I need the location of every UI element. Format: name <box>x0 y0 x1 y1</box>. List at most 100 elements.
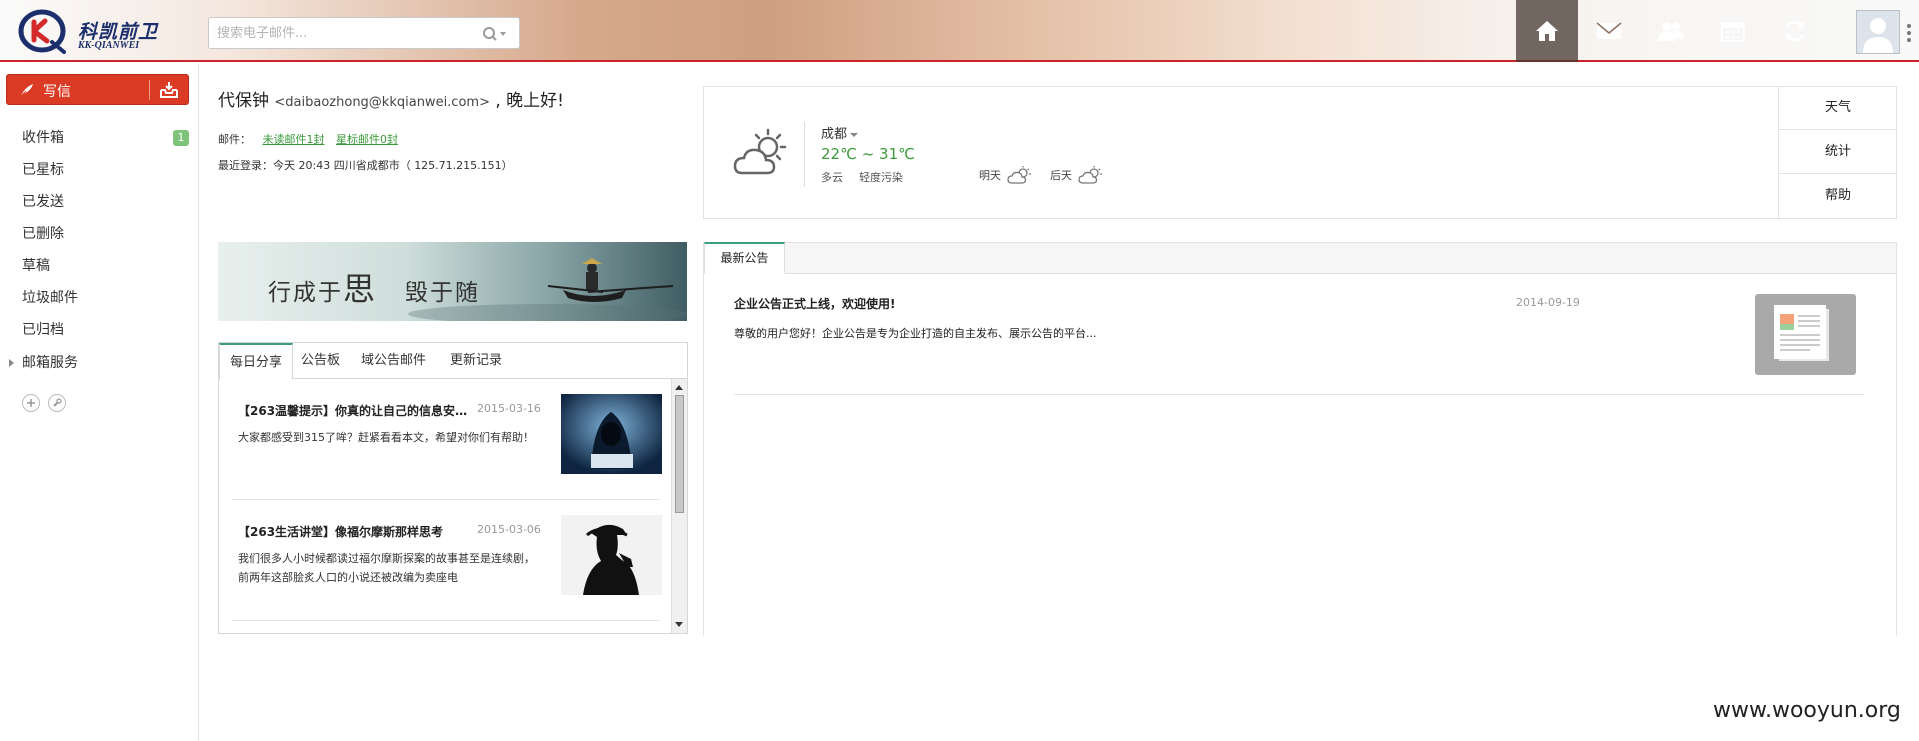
tab-help[interactable]: 帮助 <box>1779 174 1897 218</box>
forecast-label: 明天 <box>979 169 1001 182</box>
banner-slogan: 行成于思 毁于随 <box>268 264 480 310</box>
notice-title[interactable]: 企业公告正式上线，欢迎使用! <box>734 295 895 312</box>
share-scrollbar[interactable] <box>671 379 687 633</box>
share-item[interactable]: 【263生活讲堂】像福尔摩斯那样思考 2015-03-06 我们很多人小时候都读… <box>232 501 662 621</box>
sherlock-thumbnail[interactable] <box>561 515 662 595</box>
plus-icon <box>27 399 35 407</box>
chevron-down-icon <box>850 132 859 137</box>
expand-arrow-icon <box>9 359 14 367</box>
nav-calendar[interactable] <box>1702 0 1764 62</box>
sidebar-tools <box>22 394 66 412</box>
mail-summary-label: 邮件： <box>218 133 251 146</box>
scroll-thumb[interactable] <box>675 395 684 513</box>
folder-label: 已星标 <box>22 162 64 178</box>
notice-header: 最新公告 <box>704 242 1896 274</box>
receive-mail-icon[interactable] <box>159 81 179 99</box>
nav-sync[interactable] <box>1764 0 1826 62</box>
weather-panel: 成都 22℃ ~ 31℃ 多云 轻度污染 明天 后天 <box>703 86 1897 219</box>
folder-label: 已发送 <box>22 194 64 210</box>
city-name: 成都 <box>821 127 848 142</box>
more-menu-icon[interactable] <box>1906 22 1912 44</box>
search-input[interactable] <box>217 23 467 43</box>
user-avatar[interactable] <box>1856 10 1900 54</box>
unread-badge: 1 <box>173 130 189 146</box>
starred-mail-link[interactable]: 星标邮件0封 <box>336 133 398 146</box>
nav-contacts[interactable] <box>1640 0 1702 62</box>
compose-divider <box>149 80 150 100</box>
banner-text-1: 行成于 <box>268 280 343 306</box>
tab-statistics[interactable]: 统计 <box>1779 130 1897 174</box>
logo-text-en: KK-QIANWEI <box>78 40 140 51</box>
tab-bulletin[interactable]: 公告板 <box>291 343 350 379</box>
condition-text: 多云 <box>821 171 843 184</box>
compose-label: 写信 <box>43 84 71 100</box>
forecast-tomorrow: 明天 <box>979 165 1033 185</box>
banner-text-big: 思 <box>343 270 378 308</box>
folder-label: 垃圾邮件 <box>22 290 78 306</box>
folder-starred[interactable]: 已星标 <box>0 154 199 186</box>
nav-home[interactable] <box>1516 0 1578 62</box>
share-item-desc: 我们很多人小时候都读过福尔摩斯探案的故事甚至是连续剧，前两年这部脍炙人口的小说还… <box>238 552 535 584</box>
folder-spam[interactable]: 垃圾邮件 <box>0 282 199 314</box>
tab-changelog[interactable]: 更新记录 <box>440 343 512 379</box>
user-name: 代保钟 <box>218 91 269 111</box>
user-email: <daibaozhong@kkqianwei.com> <box>274 95 490 110</box>
top-header: 科凯前卫 KK-QIANWEI <box>0 0 1919 62</box>
share-item[interactable]: 【263温馨提示】你真的让自己的信息安全了吗 2015-03-16 大家都感受到… <box>232 380 662 500</box>
partly-cloudy-icon <box>1007 166 1031 184</box>
folder-inbox[interactable]: 收件箱 1 <box>0 122 199 154</box>
item-divider <box>232 499 660 500</box>
hacker-thumbnail[interactable] <box>561 394 662 474</box>
last-login-info: 最近登录：今天 20:43 四川省成都市（ 125.71.215.151） <box>218 159 513 172</box>
banner-text-2: 毁于随 <box>404 280 480 306</box>
folder-archived[interactable]: 已归档 <box>0 314 199 346</box>
share-tabs: 每日分享 公告板 域公告邮件 更新记录 <box>219 343 687 380</box>
share-item-date: 2015-03-06 <box>477 523 541 536</box>
share-item-title[interactable]: 【263生活讲堂】像福尔摩斯那样思考 <box>238 523 468 540</box>
sync-icon <box>1785 20 1805 42</box>
city-selector[interactable]: 成都 <box>821 123 859 142</box>
home-icon <box>1536 21 1558 41</box>
notice-desc: 尊敬的用户您好！企业公告是专为企业打造的自主发布、展示公告的平台... <box>734 327 1097 340</box>
notice-thumbnail[interactable] <box>1755 294 1856 375</box>
folder-deleted[interactable]: 已删除 <box>0 218 199 250</box>
mail-service-toggle[interactable]: 邮箱服务 <box>0 346 199 380</box>
forecast-label: 后天 <box>1050 169 1072 182</box>
scroll-up-icon[interactable] <box>675 385 683 390</box>
promo-banner[interactable]: 行成于思 毁于随 <box>218 242 687 321</box>
widget-tabs: 天气 统计 帮助 <box>1778 86 1897 219</box>
nav-mail[interactable] <box>1578 0 1640 62</box>
greeting-line: 代保钟 <daibaozhong@kkqianwei.com> , 晚上好! <box>218 86 564 111</box>
partly-cloudy-icon <box>1078 166 1102 184</box>
share-item-date: 2015-03-16 <box>477 402 541 415</box>
top-nav <box>1516 0 1826 62</box>
scroll-down-icon[interactable] <box>675 622 683 627</box>
notice-panel: 最新公告 企业公告正式上线，欢迎使用! 2014-09-19 尊敬的用户您好！企… <box>703 242 1897 636</box>
search-icon[interactable] <box>481 25 507 43</box>
weather-condition: 多云 轻度污染 <box>821 169 903 185</box>
unread-mail-link[interactable]: 未读邮件1封 <box>263 133 325 146</box>
forecast-day-after: 后天 <box>1050 165 1104 185</box>
folder-label: 已删除 <box>22 226 64 242</box>
share-item-title[interactable]: 【263温馨提示】你真的让自己的信息安全了吗 <box>238 402 468 419</box>
tab-domain-notice[interactable]: 域公告邮件 <box>351 343 436 379</box>
tab-latest-notice[interactable]: 最新公告 <box>704 242 785 274</box>
item-divider <box>232 620 660 621</box>
notice-date: 2014-09-19 <box>1516 296 1580 309</box>
tab-weather[interactable]: 天气 <box>1779 86 1897 130</box>
temperature-range: 22℃ ~ 31℃ <box>821 145 915 163</box>
cloudy-weather-icon <box>733 128 787 175</box>
compose-button[interactable]: 写信 <box>6 74 189 105</box>
company-logo[interactable]: 科凯前卫 KK-QIANWEI <box>18 8 168 54</box>
folder-settings-button[interactable] <box>48 394 66 412</box>
folder-label: 收件箱 <box>22 130 64 146</box>
avatar-icon <box>1863 18 1893 53</box>
add-folder-button[interactable] <box>22 394 40 412</box>
watermark: www.wooyun.org <box>1713 698 1901 723</box>
search-box[interactable] <box>208 17 520 49</box>
folder-label: 已归档 <box>22 322 64 338</box>
folder-drafts[interactable]: 草稿 <box>0 250 199 282</box>
folder-sent[interactable]: 已发送 <box>0 186 199 218</box>
weather-divider <box>804 122 805 187</box>
tab-daily-share[interactable]: 每日分享 <box>219 343 294 380</box>
